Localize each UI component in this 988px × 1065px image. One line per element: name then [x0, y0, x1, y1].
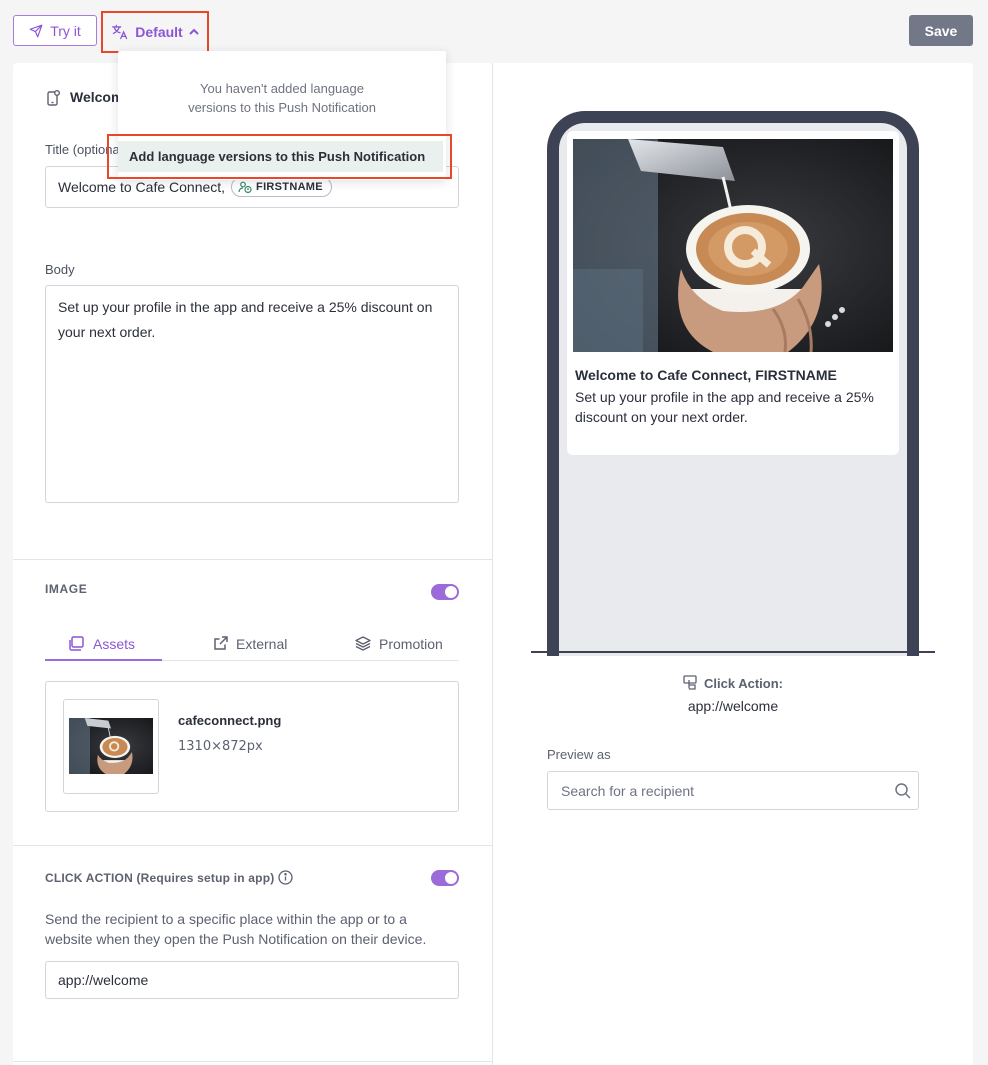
image-section-title: IMAGE: [45, 582, 88, 596]
title-text: Welcome to Cafe Connect,: [58, 179, 226, 195]
click-action-description: Send the recipient to a specific place w…: [45, 909, 465, 949]
asset-file-name: cafeconnect.png: [178, 713, 282, 728]
notification-body-line: Set up your profile in the app and recei…: [575, 389, 874, 405]
preview-panel: Welcome to Cafe Connect, FIRSTNAME Set u…: [493, 63, 973, 1065]
layers-icon: [355, 636, 371, 651]
active-tab-indicator: [45, 659, 162, 661]
translate-icon: [112, 24, 128, 40]
no-languages-message-line: versions to this Push Notification: [188, 100, 376, 115]
divider: [13, 559, 492, 560]
tab-promotion-label: Promotion: [379, 635, 443, 652]
add-language-versions-option[interactable]: Add language versions to this Push Notif…: [107, 134, 452, 179]
recipient-search-input[interactable]: [561, 782, 881, 799]
external-link-icon: [214, 636, 228, 650]
editor-panel: Welcome to Cafe Connect Title (optional)…: [13, 63, 493, 1065]
body-label: Body: [45, 262, 75, 277]
asset-thumbnail-frame[interactable]: [63, 699, 159, 794]
phone-preview: Welcome to Cafe Connect, FIRSTNAME Set u…: [547, 111, 919, 656]
try-it-button[interactable]: Try it: [13, 15, 97, 46]
click-action-description-line: website when they open the Push Notifica…: [45, 931, 427, 947]
preview-click-action-value: app://welcome: [687, 698, 779, 714]
asset-dimensions: 1310×872px: [178, 739, 263, 754]
send-icon: [29, 24, 43, 37]
body-text-line: your next order.: [58, 324, 156, 340]
phone-base-line: [531, 651, 935, 653]
notification-image: [573, 139, 893, 352]
body-textarea[interactable]: Set up your profile in the app and recei…: [45, 285, 459, 503]
mobile-notification-icon: [47, 90, 60, 106]
divider: [13, 845, 492, 846]
no-languages-message-line: You haven't added language: [200, 81, 364, 96]
selected-asset-card[interactable]: cafeconnect.png 1310×872px: [45, 681, 459, 812]
save-button[interactable]: Save: [909, 15, 973, 46]
recipient-search-field[interactable]: [547, 771, 919, 810]
no-languages-message: You haven't added language versions to t…: [118, 79, 446, 117]
notification-title: Welcome to Cafe Connect, FIRSTNAME: [575, 367, 837, 383]
chevron-up-icon: [189, 28, 199, 35]
language-selector-button[interactable]: Default: [101, 11, 209, 53]
try-it-label: Try it: [50, 22, 81, 39]
click-action-label-text: Click Action:: [704, 675, 783, 691]
click-action-description-line: Send the recipient to a specific place w…: [45, 911, 407, 927]
push-notification-preview: Welcome to Cafe Connect, FIRSTNAME Set u…: [567, 131, 899, 455]
click-action-input[interactable]: app://welcome: [45, 961, 459, 999]
click-action-value: app://welcome: [58, 972, 149, 988]
image-source-tabs: Assets External Promotion: [45, 626, 459, 661]
tab-assets[interactable]: Assets: [69, 626, 135, 661]
tab-external-label: External: [236, 635, 288, 652]
tap-icon: [683, 675, 697, 690]
firstname-tag[interactable]: FIRSTNAME: [231, 177, 332, 197]
body-text-line: Set up your profile in the app and recei…: [58, 299, 433, 315]
tab-promotion[interactable]: Promotion: [355, 626, 443, 661]
personalization-icon: [238, 181, 252, 193]
click-action-section-title: CLICK ACTION (Requires setup in app): [45, 871, 275, 885]
info-icon[interactable]: [278, 870, 293, 885]
tab-assets-label: Assets: [93, 635, 136, 652]
image-toggle[interactable]: [431, 584, 459, 600]
preview-as-label: Preview as: [547, 747, 611, 762]
notification-body: Set up your profile in the app and recei…: [575, 387, 895, 427]
search-icon[interactable]: [894, 782, 912, 800]
divider: [13, 1061, 492, 1062]
click-action-toggle[interactable]: [431, 870, 459, 886]
add-language-versions-label: Add language versions to this Push Notif…: [118, 141, 443, 172]
language-label: Default: [135, 24, 183, 40]
preview-click-action-label: Click Action:: [493, 675, 973, 691]
tab-external[interactable]: External: [213, 626, 287, 661]
firstname-tag-label: FIRSTNAME: [256, 181, 323, 193]
notification-body-line: discount on your next order.: [575, 409, 748, 425]
asset-thumbnail: [69, 718, 153, 774]
assets-icon: [69, 636, 84, 651]
